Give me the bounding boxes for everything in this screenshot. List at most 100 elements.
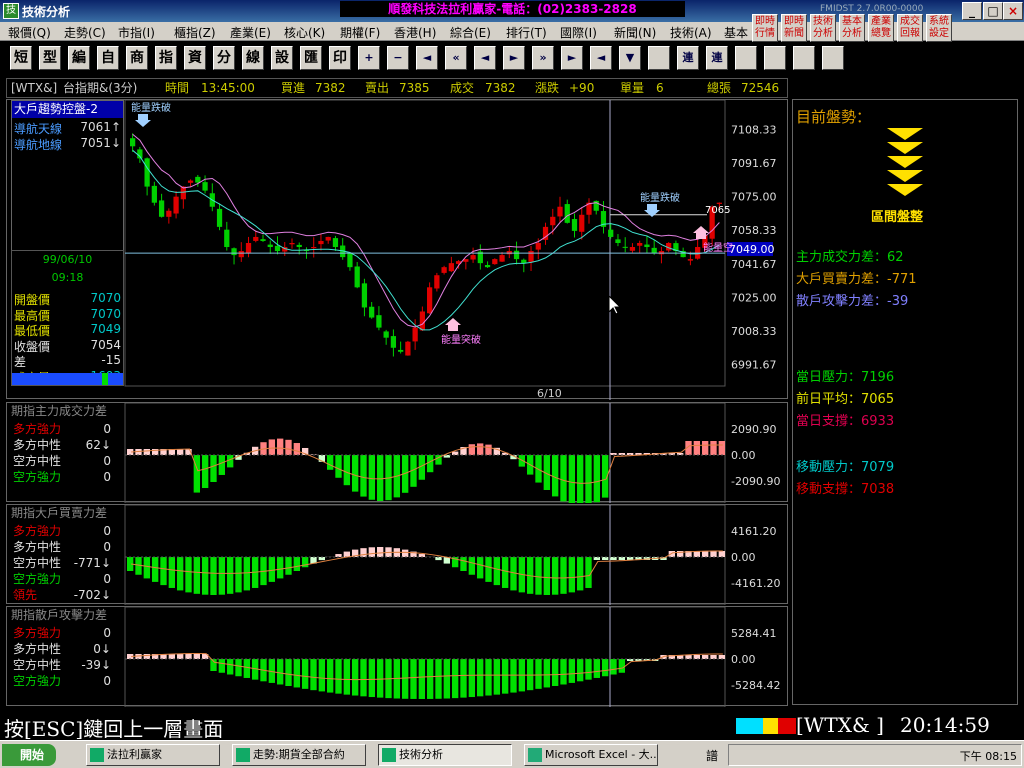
menu-item[interactable]: 綜合(E) (450, 24, 491, 41)
stat-row[interactable]: 開盤價 7070 (14, 291, 123, 307)
candle (180, 186, 186, 209)
quick-button[interactable]: 即時新聞 (781, 14, 807, 42)
indicator-value: -702↓ (74, 588, 111, 602)
ime-indicator[interactable]: 譜 (706, 747, 718, 764)
task-trend[interactable]: 走勢:期貨全部合約 (232, 744, 366, 766)
indicator-bar (552, 659, 559, 687)
indicator-bar (202, 455, 209, 489)
stat-value[interactable]: 7049 (90, 322, 121, 336)
toolbar-button[interactable]: ► (561, 46, 583, 70)
toolbar-button[interactable]: 商 (126, 46, 148, 70)
stat-value[interactable]: -15 (101, 353, 121, 367)
summary-row[interactable]: 移動支撐：7038 (796, 478, 894, 497)
toolbar-button[interactable]: 編 (68, 46, 90, 70)
toolbar-button[interactable] (793, 46, 815, 70)
indicator-bar (277, 557, 284, 579)
toolbar-button[interactable]: ◄ (590, 46, 612, 70)
toolbar-button[interactable]: » (532, 46, 554, 70)
quick-button[interactable]: 產業總覽 (868, 14, 894, 42)
toolbar-button[interactable]: + (358, 46, 380, 70)
stat-row[interactable]: 最低價 7049 (14, 322, 123, 338)
stat-row[interactable]: 差 -15 (14, 353, 123, 369)
toolbar-button[interactable]: 指 (155, 46, 177, 70)
menu-item[interactable]: 走勢(C) (64, 24, 106, 41)
toolbar-button[interactable]: ◄ (474, 46, 496, 70)
toolbar-button[interactable]: 資 (184, 46, 206, 70)
toolbar-button[interactable] (735, 46, 757, 70)
indicator-bar (427, 659, 434, 699)
toolbar-button[interactable]: 型 (39, 46, 61, 70)
quick-button[interactable]: 技術分析 (810, 14, 836, 42)
indicator-chart-1[interactable]: 期指主力成交力差多方強力 0 多方中性 62↓ 空方中性 0 空方強力 0 2090.90 0.0… (7, 402, 789, 506)
stat-label[interactable]: 開盤價 (14, 293, 50, 307)
toolbar-button[interactable]: ▼ (619, 46, 641, 70)
menu-item[interactable]: 報價(Q) (8, 24, 51, 41)
current-price-tag: 7049.00 (727, 242, 775, 257)
toolbar-button[interactable]: ► (503, 46, 525, 70)
quick-button[interactable]: 系統設定 (926, 14, 952, 42)
toolbar-button[interactable]: ◄ (416, 46, 438, 70)
stat-value[interactable]: 7054 (90, 338, 121, 352)
summary-row[interactable]: 主力成交力差：62 (796, 246, 904, 265)
quick-button[interactable]: 即時行情 (752, 14, 778, 42)
candle (195, 174, 201, 187)
price-chart[interactable]: 6/10 7108.33 7091.67 7075.00 7058.33 7041.67 7… (7, 100, 789, 400)
y-tick-label: 7075.00 (731, 191, 777, 204)
stat-label[interactable]: 最低價 (14, 324, 50, 338)
menu-item[interactable]: 技術(A) (670, 24, 712, 41)
toolbar-button[interactable]: 分 (213, 46, 235, 70)
indicator-bar (268, 557, 275, 582)
toolbar-button[interactable]: 線 (242, 46, 264, 70)
indicator-chart-2[interactable]: 期指大戶買賣力差多方強力 0 多方中性 0 空方中性 -771↓ 空方強力 0 領先 -702↓ 4… (7, 504, 789, 606)
summary-row[interactable]: 移動壓力：7079 (796, 456, 894, 475)
menu-item[interactable]: 櫃指(Z) (174, 24, 216, 41)
menu-item[interactable]: 排行(T) (506, 24, 547, 41)
toolbar-button[interactable]: − (387, 46, 409, 70)
stat-row[interactable]: 最高價 7070 (14, 307, 123, 323)
toolbar-button[interactable] (764, 46, 786, 70)
toolbar-button[interactable]: « (445, 46, 467, 70)
market-state-title: 目前盤勢： (796, 108, 872, 126)
toolbar-button[interactable]: 匯 (300, 46, 322, 70)
quick-button[interactable]: 基本分析 (839, 14, 865, 42)
menu-item[interactable]: 基本 (724, 24, 748, 41)
summary-row[interactable]: 前日平均：7065 (796, 388, 894, 407)
stat-row[interactable]: 收盤價 7054 (14, 338, 123, 354)
toolbar-button[interactable] (648, 46, 670, 70)
summary-row[interactable]: 大戶買賣力差：-771 (796, 268, 917, 287)
toolbar-button[interactable]: 短 (10, 46, 32, 70)
task-technical[interactable]: 技術分析 (378, 744, 512, 766)
quick-button[interactable]: 成交回報 (897, 14, 923, 42)
toolbar-button[interactable]: 設 (271, 46, 293, 70)
minimize-button[interactable]: _ (962, 2, 982, 20)
candle (202, 175, 208, 194)
stat-label[interactable]: 差 (14, 355, 26, 369)
excel-icon (528, 748, 542, 762)
maximize-button[interactable]: □ (983, 2, 1003, 20)
menu-item[interactable]: 市指(I) (118, 24, 155, 41)
toolbar-button[interactable]: 印 (329, 46, 351, 70)
indicator-chart-3[interactable]: 期指散戶攻擊力差多方強力 0 多方中性 0↓ 空方中性 -39↓ 空方強力 0 5284.41 0… (7, 606, 789, 708)
toolbar-button[interactable]: 連 (677, 46, 699, 70)
trend-title[interactable]: 大戶趨勢控盤-2 (12, 101, 123, 118)
task-ferrari[interactable]: 法拉利贏家 (86, 744, 220, 766)
toolbar-button[interactable]: 連 (706, 46, 728, 70)
close-button[interactable]: × (1003, 2, 1023, 20)
menu-item[interactable]: 期權(F) (340, 24, 380, 41)
stat-value[interactable]: 7070 (90, 307, 121, 321)
menu-item[interactable]: 國際(I) (560, 24, 597, 41)
summary-row[interactable]: 散戶攻擊力差：-39 (796, 290, 908, 309)
summary-row[interactable]: 當日壓力：7196 (796, 366, 894, 385)
menu-item[interactable]: 香港(H) (394, 24, 436, 41)
menu-item[interactable]: 核心(K) (284, 24, 325, 41)
menu-item[interactable]: 新聞(N) (614, 24, 656, 41)
start-button[interactable]: 開始 (2, 744, 56, 766)
stat-value[interactable]: 7070 (90, 291, 121, 305)
toolbar-button[interactable]: 自 (97, 46, 119, 70)
menu-item[interactable]: 產業(E) (230, 24, 271, 41)
summary-row[interactable]: 當日支撐：6933 (796, 410, 894, 429)
task-excel[interactable]: Microsoft Excel - 大... (524, 744, 658, 766)
stat-label[interactable]: 最高價 (14, 309, 50, 323)
toolbar-button[interactable] (822, 46, 844, 70)
stat-label[interactable]: 收盤價 (14, 340, 50, 354)
